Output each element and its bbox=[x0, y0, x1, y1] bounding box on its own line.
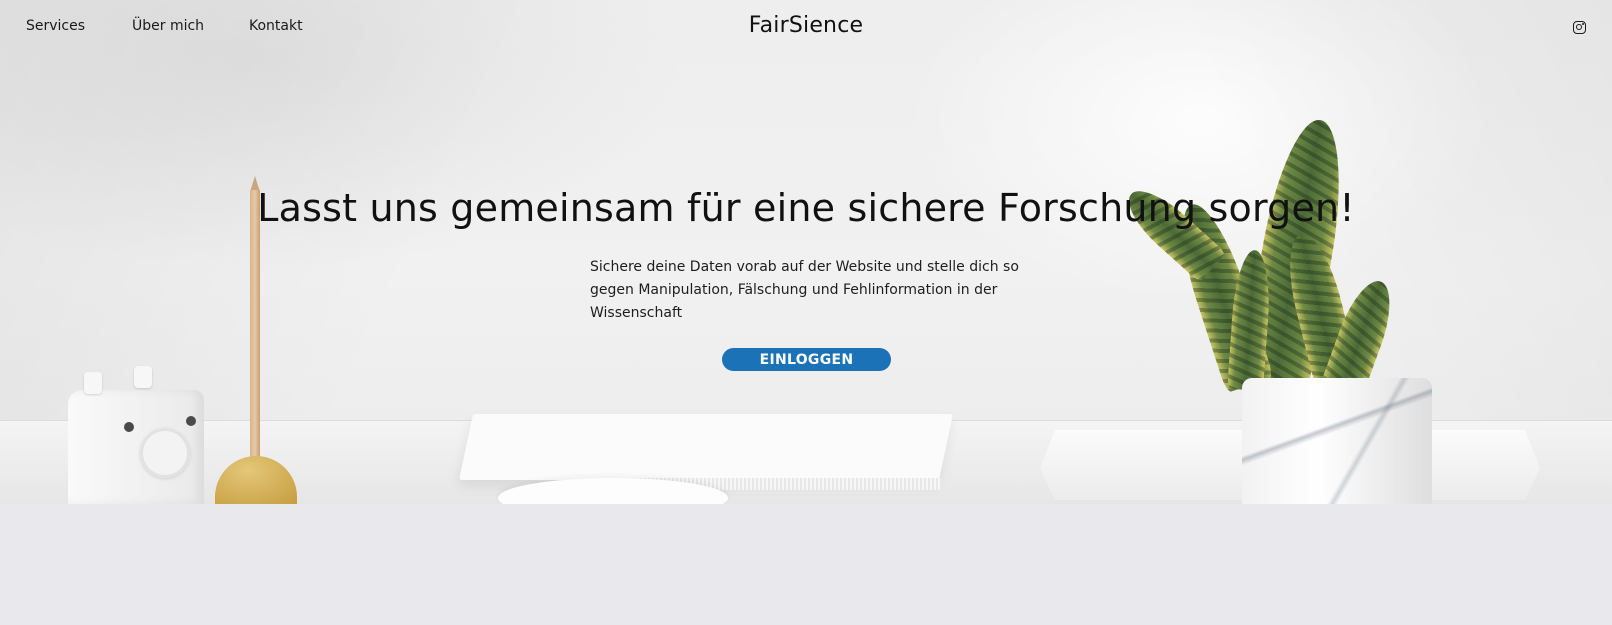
login-button[interactable]: EINLOGGEN bbox=[722, 348, 891, 371]
hero-headline: Lasst uns gemeinsam für eine sichere For… bbox=[257, 186, 1355, 230]
pencil-image bbox=[250, 190, 260, 462]
hero-section bbox=[0, 0, 1612, 504]
sharpener-peg bbox=[134, 366, 152, 388]
content-area-background bbox=[0, 504, 1612, 625]
sharpener-hole bbox=[186, 416, 196, 426]
instagram-icon[interactable] bbox=[1573, 21, 1586, 34]
site-header: Services Über mich Kontakt FairSience bbox=[0, 0, 1612, 56]
sharpener-hole bbox=[124, 422, 134, 432]
notebook-image bbox=[458, 414, 954, 480]
brand-logo-container: FairSience bbox=[0, 13, 1612, 38]
brand-logo[interactable]: FairSience bbox=[749, 13, 863, 38]
marble-pot-image bbox=[1242, 378, 1432, 504]
hero-subtext: Sichere deine Daten vorab auf der Websit… bbox=[590, 259, 1019, 321]
sharpener-dial bbox=[140, 428, 190, 478]
sharpener-peg bbox=[84, 372, 102, 394]
